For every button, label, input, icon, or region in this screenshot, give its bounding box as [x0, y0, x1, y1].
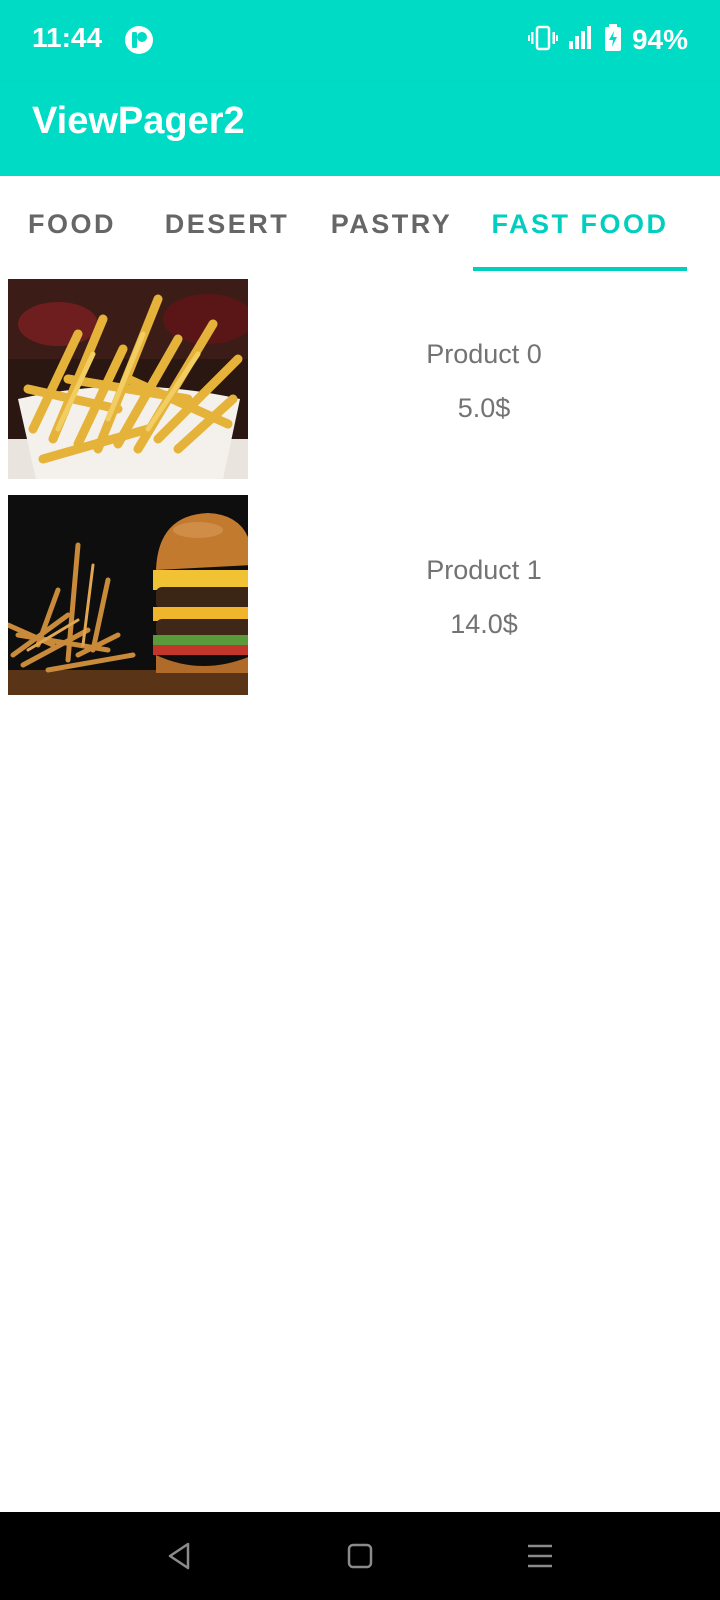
- tab-bar: FOOD DESERT PASTRY FAST FOOD: [0, 176, 720, 272]
- product-info: Product 1 14.0$: [248, 495, 720, 695]
- burger-and-fries-photo: [8, 495, 248, 695]
- tab-fast-food[interactable]: FAST FOOD: [473, 176, 687, 272]
- signal-icon: [568, 25, 594, 56]
- recents-icon[interactable]: [518, 1534, 562, 1578]
- home-icon[interactable]: [338, 1534, 382, 1578]
- product-list: Product 0 5.0$ Product 1 14.0$: [0, 279, 720, 711]
- tab-indicator: [473, 267, 687, 271]
- navigation-bar: [0, 1512, 720, 1600]
- product-price: 14.0$: [450, 609, 518, 639]
- tab-desert[interactable]: DESERT: [144, 176, 310, 272]
- product-info: Product 0 5.0$: [248, 279, 720, 479]
- status-icons: 94%: [527, 20, 688, 60]
- back-icon[interactable]: [158, 1534, 202, 1578]
- app-title: ViewPager2: [32, 100, 245, 142]
- product-name: Product 0: [426, 339, 542, 369]
- status-bar: 11:44 94%: [0, 0, 720, 82]
- product-name: Product 1: [426, 555, 542, 585]
- app-bar: ViewPager2: [0, 82, 720, 176]
- status-time: 11:44: [32, 22, 103, 53]
- french-fries-photo: [8, 279, 248, 479]
- battery-charging-icon: [604, 23, 622, 57]
- tab-food[interactable]: FOOD: [0, 176, 144, 272]
- vibrate-icon: [527, 24, 558, 57]
- product-price: 5.0$: [457, 393, 511, 423]
- app-notification-icon: [124, 25, 154, 55]
- list-item[interactable]: Product 1 14.0$: [0, 495, 720, 711]
- battery-percentage: 94%: [631, 24, 688, 55]
- list-item[interactable]: Product 0 5.0$: [0, 279, 720, 495]
- tab-pastry[interactable]: PASTRY: [310, 176, 473, 272]
